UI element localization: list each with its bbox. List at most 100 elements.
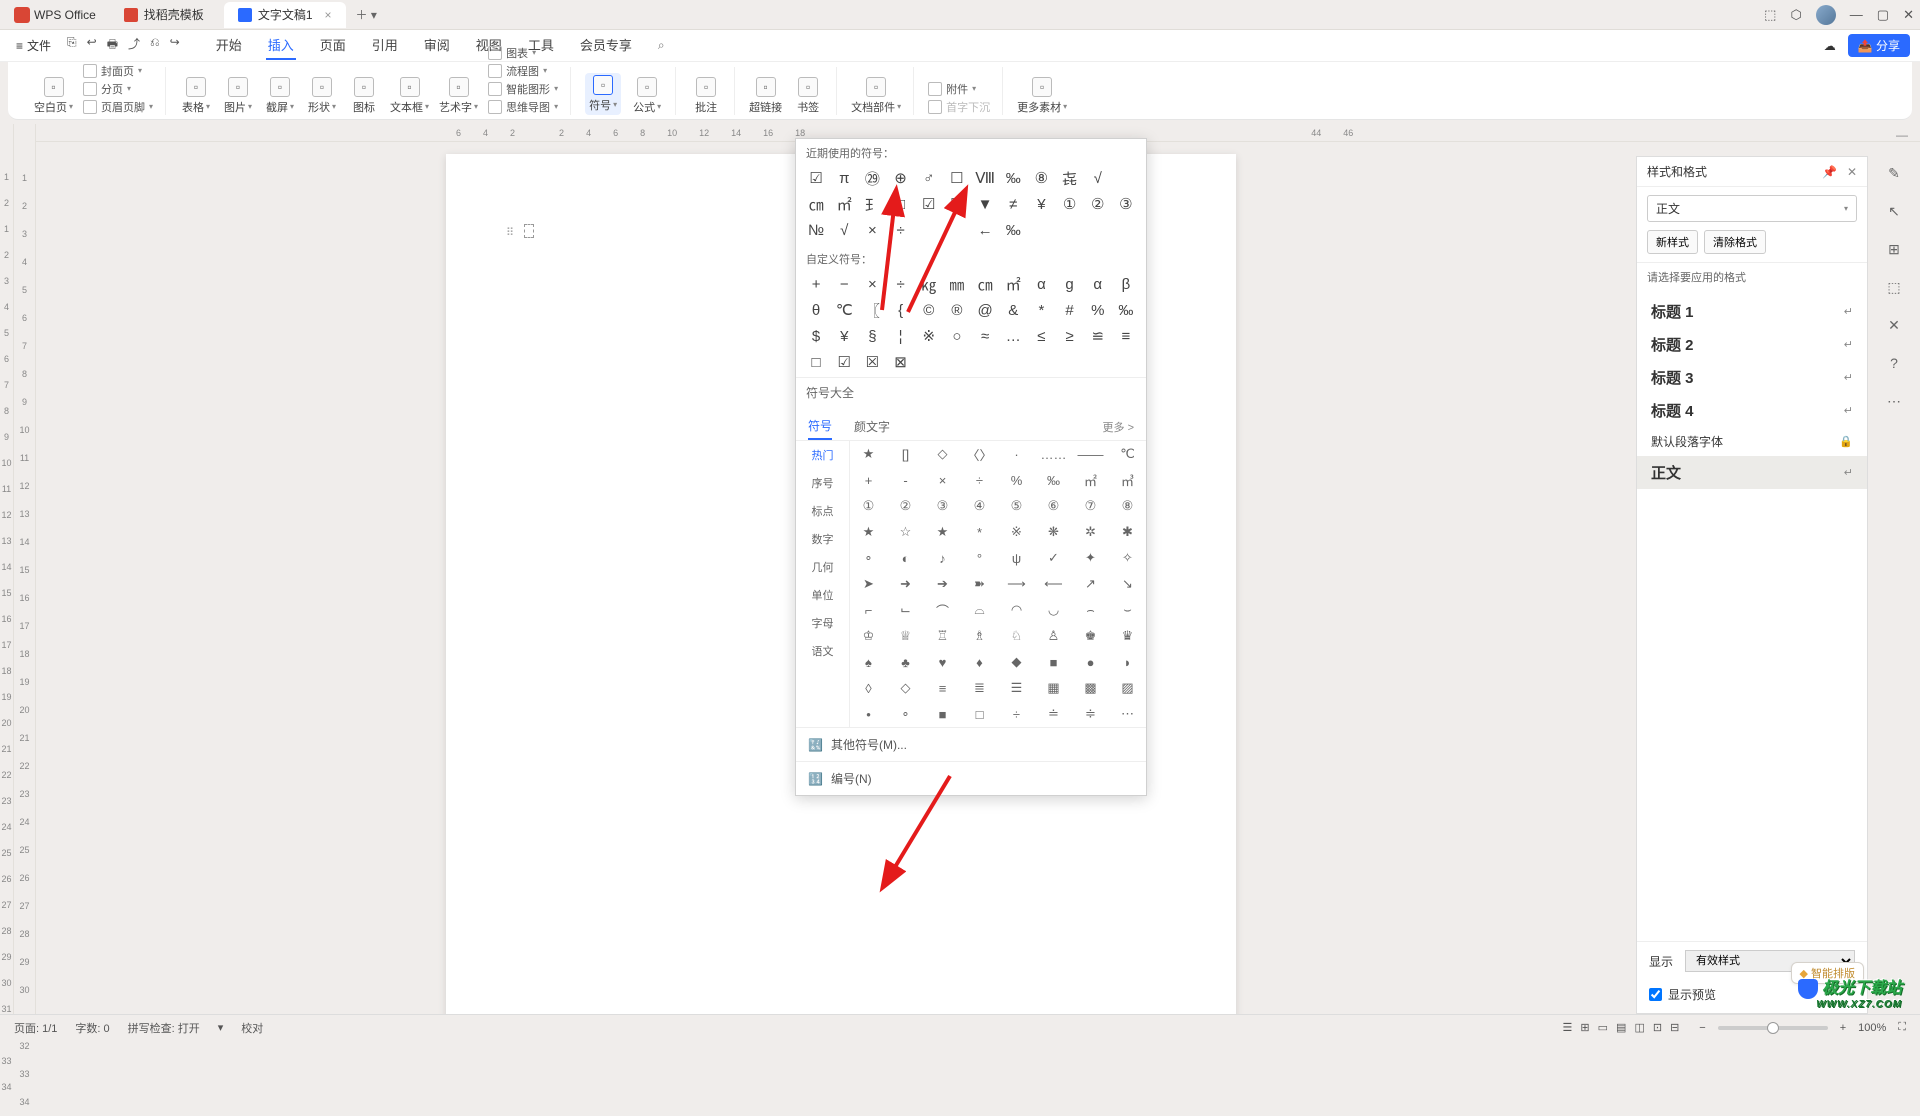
symbol-cell[interactable]: ◗ bbox=[1109, 649, 1146, 675]
symbol-cell[interactable] bbox=[1084, 217, 1112, 243]
symbol-cell[interactable]: ✦ bbox=[1072, 545, 1109, 571]
symbol-cell[interactable]: □ bbox=[886, 191, 914, 217]
symbol-cell[interactable]: ≠ bbox=[999, 191, 1027, 217]
symbol-cell[interactable]: ① bbox=[850, 493, 887, 519]
current-style-select[interactable]: 正文 ▾ bbox=[1647, 195, 1857, 222]
pin-icon[interactable]: 📌 bbox=[1822, 165, 1837, 179]
symbol-cell[interactable]: ♣ bbox=[887, 649, 924, 675]
ribbon-图标[interactable]: ▫图标 bbox=[348, 77, 380, 115]
symbol-cell[interactable]: ☒ bbox=[858, 349, 886, 375]
symbol-cell[interactable] bbox=[1027, 349, 1055, 375]
file-menu[interactable]: ≡ 文件 bbox=[10, 35, 57, 56]
symbol-cell[interactable]: ≑ bbox=[1072, 701, 1109, 727]
quick-btn-2[interactable]: 🖶 bbox=[107, 35, 118, 56]
symbol-cell[interactable]: ☐ bbox=[943, 165, 971, 191]
symbol-cat-热门[interactable]: 热门 bbox=[796, 441, 849, 469]
zoom-in[interactable]: + bbox=[1840, 1022, 1846, 1034]
ribbon-分页[interactable]: 分页 ▾ bbox=[83, 81, 153, 97]
symbol-cell[interactable]: ○ bbox=[943, 323, 971, 349]
ribbon-截屏[interactable]: ▫截屏 ▾ bbox=[264, 77, 296, 115]
clear-format-button[interactable]: 清除格式 bbox=[1704, 230, 1766, 254]
symbol-cell[interactable]: ② bbox=[887, 493, 924, 519]
symbol-cell[interactable]: ㎏ bbox=[915, 271, 943, 297]
symbol-cell[interactable]: ♦ bbox=[961, 649, 998, 675]
symbol-cell[interactable]: № bbox=[802, 217, 830, 243]
symbol-cell[interactable]: ● bbox=[1072, 649, 1109, 675]
symbol-cell[interactable]: ≤ bbox=[1027, 323, 1055, 349]
menu-会员专享[interactable]: 会员专享 bbox=[578, 31, 634, 60]
side-tool-1[interactable]: ↖ bbox=[1883, 200, 1905, 222]
symbol-cell[interactable]: ♠ bbox=[850, 649, 887, 675]
symbol-cat-语文[interactable]: 语文 bbox=[796, 637, 849, 665]
symbol-cell[interactable]: ㉙ bbox=[858, 165, 886, 191]
symbol-cell[interactable]: β bbox=[1112, 271, 1140, 297]
symbol-cell[interactable]: ④ bbox=[961, 493, 998, 519]
symbol-cell[interactable]: —— bbox=[1072, 441, 1109, 467]
symbol-cell[interactable] bbox=[1055, 217, 1083, 243]
ribbon-书签[interactable]: ▫书签 bbox=[792, 77, 824, 115]
symbol-cell[interactable]: ㎡ bbox=[830, 191, 858, 217]
view-mode-0[interactable]: ☰ bbox=[1563, 1022, 1573, 1034]
avatar[interactable] bbox=[1816, 5, 1836, 25]
minimize-button[interactable]: — bbox=[1850, 7, 1863, 22]
symbol-cell[interactable]: ⑧ bbox=[1109, 493, 1146, 519]
symbol-cell[interactable]: ▨ bbox=[1109, 675, 1146, 701]
symbol-cell[interactable] bbox=[1112, 217, 1140, 243]
symbol-cell[interactable]: ☑ bbox=[802, 165, 830, 191]
style-标题 2[interactable]: 标题 2↵ bbox=[1637, 328, 1867, 361]
symbol-cell[interactable]: ∘ bbox=[850, 545, 887, 571]
symbol-cell[interactable]: ɡ bbox=[1055, 271, 1083, 297]
symbol-cell[interactable]: ¦ bbox=[886, 323, 914, 349]
view-mode-3[interactable]: ▤ bbox=[1616, 1022, 1626, 1034]
tab-document[interactable]: 文字文稿1 × bbox=[224, 2, 346, 28]
symbol-cell[interactable]: ° bbox=[961, 545, 998, 571]
symbol-cell[interactable]: ♙ bbox=[1035, 623, 1072, 649]
quick-btn-3[interactable]: ⤴ bbox=[128, 35, 140, 56]
ribbon-封面页[interactable]: 封面页 ▾ bbox=[83, 63, 153, 79]
style-标题 1[interactable]: 标题 1↵ bbox=[1637, 295, 1867, 328]
symbol-cell[interactable]: { bbox=[886, 297, 914, 323]
symbol-cell[interactable]: ✓ bbox=[1035, 545, 1072, 571]
symbol-cell[interactable]: ÷ bbox=[961, 467, 998, 493]
symbol-cell[interactable]: ㎜ bbox=[943, 271, 971, 297]
word-count[interactable]: 字数: 0 bbox=[75, 1020, 109, 1036]
symbol-cell[interactable]: ≐ bbox=[1035, 701, 1072, 727]
symbol-cell[interactable]: θ bbox=[802, 297, 830, 323]
menu-插入[interactable]: 插入 bbox=[266, 31, 296, 60]
symbol-cell[interactable]: ☆ bbox=[887, 519, 924, 545]
tab-close-icon[interactable]: × bbox=[325, 8, 332, 22]
symbol-cell[interactable]: * bbox=[961, 519, 998, 545]
ribbon-形状[interactable]: ▫形状 ▾ bbox=[306, 77, 338, 115]
symbol-cell[interactable]: © bbox=[915, 297, 943, 323]
ribbon-超链接[interactable]: ▫超链接 bbox=[749, 77, 782, 115]
symbol-cell[interactable]: ➽ bbox=[961, 571, 998, 597]
symbol-cell[interactable]: ♂ bbox=[915, 165, 943, 191]
symbol-cell[interactable]: ‰ bbox=[999, 217, 1027, 243]
symbol-cell[interactable] bbox=[915, 217, 943, 243]
symbol-cell[interactable]: ∘ bbox=[887, 701, 924, 727]
ribbon-文档部件[interactable]: ▫文档部件 ▾ bbox=[851, 77, 901, 115]
symbol-cell[interactable]: ➤ bbox=[850, 571, 887, 597]
collapse-ribbon-icon[interactable]: — bbox=[1896, 128, 1908, 142]
symbol-cell[interactable]: + bbox=[802, 271, 830, 297]
symbol-cell[interactable]: ✧ bbox=[1109, 545, 1146, 571]
symbol-cell[interactable]: ① bbox=[1055, 191, 1083, 217]
symbol-cell[interactable]: ★ bbox=[850, 441, 887, 467]
close-panel-icon[interactable]: ✕ bbox=[1847, 165, 1857, 179]
menu-开始[interactable]: 开始 bbox=[214, 31, 244, 60]
symbol-cell[interactable]: ÷ bbox=[886, 271, 914, 297]
symbol-cell[interactable]: ≡ bbox=[924, 675, 961, 701]
symbol-cell[interactable]: ↘ bbox=[1109, 571, 1146, 597]
symbol-cell[interactable]: × bbox=[924, 467, 961, 493]
symbol-cell[interactable]: ☰ bbox=[998, 675, 1035, 701]
symbol-cell[interactable]: - bbox=[887, 467, 924, 493]
symbol-cell[interactable]: % bbox=[1084, 297, 1112, 323]
tab-emoticons[interactable]: 颜文字 bbox=[854, 414, 890, 439]
symbol-cell[interactable]: ⌒ bbox=[924, 597, 961, 623]
symbol-cell[interactable]: □ bbox=[961, 701, 998, 727]
symbol-cell[interactable]: ◆ bbox=[998, 649, 1035, 675]
symbol-cell[interactable] bbox=[1112, 349, 1140, 375]
ribbon-图片[interactable]: ▫图片 ▾ bbox=[222, 77, 254, 115]
symbol-cell[interactable]: × bbox=[858, 217, 886, 243]
quick-btn-0[interactable]: ⎘ bbox=[67, 35, 77, 56]
